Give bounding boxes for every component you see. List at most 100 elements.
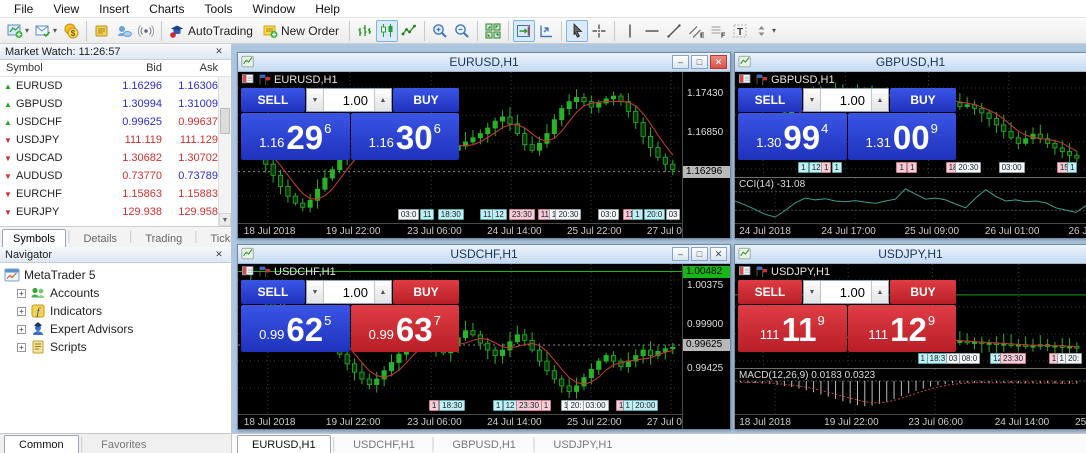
news-event-badge[interactable]: 1 [896,162,907,173]
tree-item-expert-advisors[interactable]: + Expert Advisors [4,320,231,338]
volume-increase-icon[interactable]: ▲ [871,281,888,303]
column-bid[interactable]: Bid [110,62,162,74]
news-event-badge[interactable]: 03:0 [397,209,420,220]
market-watch-row-eurjpy[interactable]: ▼ EURJPY 129.938 129.958 [0,203,231,221]
tab-ticks[interactable]: Ticks [199,229,231,247]
news-event-badge[interactable]: 1 [632,209,643,220]
chart-window-eurusd-h1[interactable]: EURUSD,H1– □ ✕ EURUSD,H1 03:0 11 18:30 11 12 23:3… [237,52,731,239]
chevron-down-icon[interactable]: ▾ [772,26,776,35]
autotrading-button[interactable]: AutoTrading [166,20,259,42]
chart-window-usdchf-h1[interactable]: USDCHF,H1– □ ✕ USDCHF,H1 1 18:30 1 12 23:30 1 1 20:… [237,244,731,430]
horizontal-line-button[interactable] [641,20,663,42]
arrows-button[interactable]: ▾ [751,20,779,42]
news-event-badge[interactable]: 1 [906,162,918,173]
volume-increase-icon[interactable]: ▲ [871,89,888,111]
menu-tools[interactable]: Tools [195,1,243,17]
chart-window-titlebar[interactable]: EURUSD,H1 – □ ✕ [238,53,730,72]
navigator-tab-common[interactable]: Common [4,435,79,453]
news-event-badge[interactable]: 20:00 [632,400,659,411]
column-symbol[interactable]: Symbol [0,62,110,74]
buy-button[interactable]: BUY [890,88,956,112]
indicator-pane[interactable]: CCI(14) -31.08 [735,177,1086,224]
news-event-badge[interactable]: 23:30 [1000,353,1027,364]
tab-trading[interactable]: Trading [134,229,193,247]
price-pane[interactable]: GBPUSD,H1 1 12 1 1 1 1 18 20:30 03:00 15 1 SELL ▼ 1.00… [735,72,1086,176]
news-event-badge[interactable]: 1 [798,162,809,173]
chart-tab-usdjpy-h1[interactable]: USDJPY,H1 [538,435,627,453]
menu-file[interactable]: File [4,1,43,17]
sell-price-box[interactable]: 111 11 9 [738,305,847,352]
chart-body[interactable]: USDCHF,H1 1 18:30 1 12 23:30 1 1 20: 03:00 1 1 20:00… [238,264,730,429]
maximize-button[interactable]: □ [691,247,708,261]
chart-window-titlebar[interactable]: USDJPY,H1 [735,245,1086,264]
trendline-button[interactable] [663,20,685,42]
news-event-badge[interactable]: 1 [492,400,504,411]
market-watch-row-usdchf[interactable]: ▲ USDCHF 0.99625 0.99637 [0,113,231,131]
volume-decrease-icon[interactable]: ▼ [307,281,324,303]
volume-stepper[interactable]: ▼ 1.00 ▲ [803,88,889,112]
news-event-badge[interactable]: 20:30 [555,209,582,220]
shift-end-button[interactable] [512,19,535,42]
news-event-badge[interactable]: 18:30 [439,400,466,411]
scroll-down-icon[interactable]: ▼ [219,213,231,226]
chart-tab-eurusd-h1[interactable]: EURUSD,H1 [237,435,331,453]
tree-item-scripts[interactable]: + Scripts [4,338,231,356]
time-axis[interactable]: 18 Jul 2018 19 Jul 22:00 23 Jul 06:00 24 Ju… [735,414,1086,429]
cursor-button[interactable] [565,19,588,42]
news-event-badge[interactable]: 1 [1067,162,1078,173]
news-event-badge[interactable]: 23:30 [515,400,542,411]
tree-root-metatrader5[interactable]: MetaTrader 5 [4,266,231,284]
news-event-badge[interactable]: 03:00 [998,162,1025,173]
expand-plus-icon[interactable]: + [17,306,26,316]
buy-price-box[interactable]: 0.99 63 7 [350,305,459,352]
news-event-badge[interactable]: 1 [820,162,832,173]
buy-button[interactable]: BUY [393,88,459,112]
news-event-badge[interactable]: 18:3 [926,353,949,364]
price-axis[interactable]: 1.17430 1.16850 1.16296 [682,72,730,238]
tab-symbols[interactable]: Symbols [2,229,67,247]
news-event-badge[interactable]: 03:00 [582,400,609,411]
chart-window-titlebar[interactable]: USDCHF,H1 – □ ✕ [238,245,730,264]
news-event-badge[interactable]: 12 [491,209,507,220]
news-event-badge[interactable]: 03 [665,209,681,220]
chart-body[interactable]: EURUSD,H1 03:0 11 18:30 11 12 23:30 11 1 20:30 03:… [238,72,730,238]
news-event-badge[interactable]: 23:30 [508,209,535,220]
equidistant-channel-button[interactable]: E [685,20,707,42]
auto-scroll-button[interactable] [535,20,557,42]
buy-price-box[interactable]: 1.16 30 6 [350,113,459,160]
menu-window[interactable]: Window [243,1,306,17]
market-watch-row-audusd[interactable]: ▼ AUDUSD 0.73770 0.73789 [0,167,231,185]
market-watch-row-eurusd[interactable]: ▲ EURUSD 1.16296 1.16306 [0,77,231,95]
buy-button[interactable]: BUY [393,280,459,304]
chart-window-usdjpy-h1[interactable]: USDJPY,H1 USDJPY,H1 1 18:3 03 08:0 12 23:30 1 1 20… [734,244,1086,430]
volume-stepper[interactable]: ▼ 1.00 ▲ [306,280,392,304]
events-button[interactable] [135,20,157,42]
news-event-badge[interactable]: 20:30 [955,162,982,173]
buy-price-box[interactable]: 1.31 00 9 [847,113,956,160]
news-event-badge[interactable]: 1 [428,400,440,411]
zoom-in-button[interactable] [429,20,451,42]
market-watch-row-gbpusd[interactable]: ▲ GBPUSD 1.30994 1.31009 [0,95,231,113]
navigator-tab-favorites[interactable]: Favorites [86,435,161,453]
minimize-button[interactable]: – [672,55,689,69]
time-axis[interactable]: 24 Jul 2018 24 Jul 17:00 25 Jul 09:00 26 Ju… [735,223,1086,238]
new-chart-button[interactable]: ▾ [4,20,32,42]
market-watch-row-usdcad[interactable]: ▼ USDCAD 1.30682 1.30702 [0,149,231,167]
market-watch-close-icon[interactable]: ✕ [212,46,226,57]
volume-decrease-icon[interactable]: ▼ [804,281,821,303]
news-event-badge[interactable]: 20: [567,400,585,411]
market-watch-row-usdjpy[interactable]: ▼ USDJPY 111.119 111.129 [0,131,231,149]
volume-value[interactable]: 1.00 [821,89,871,111]
news-event-badge[interactable]: 11 [420,209,435,220]
news-event-badge[interactable]: 20: [1064,353,1083,364]
sell-button[interactable]: SELL [738,280,802,304]
column-ask[interactable]: Ask [162,62,218,74]
vertical-line-button[interactable] [619,20,641,42]
sell-price-box[interactable]: 1.30 99 4 [738,113,847,160]
news-event-badge[interactable]: 03:0 [597,209,620,220]
new-order-button[interactable]: New Order [259,20,345,42]
volume-value[interactable]: 1.00 [324,89,374,111]
chart-tab-gbpusd-h1[interactable]: GBPUSD,H1 [437,435,531,453]
navigator-toggle-button[interactable] [113,20,135,42]
chart-window-titlebar[interactable]: GBPUSD,H1 [735,53,1086,72]
